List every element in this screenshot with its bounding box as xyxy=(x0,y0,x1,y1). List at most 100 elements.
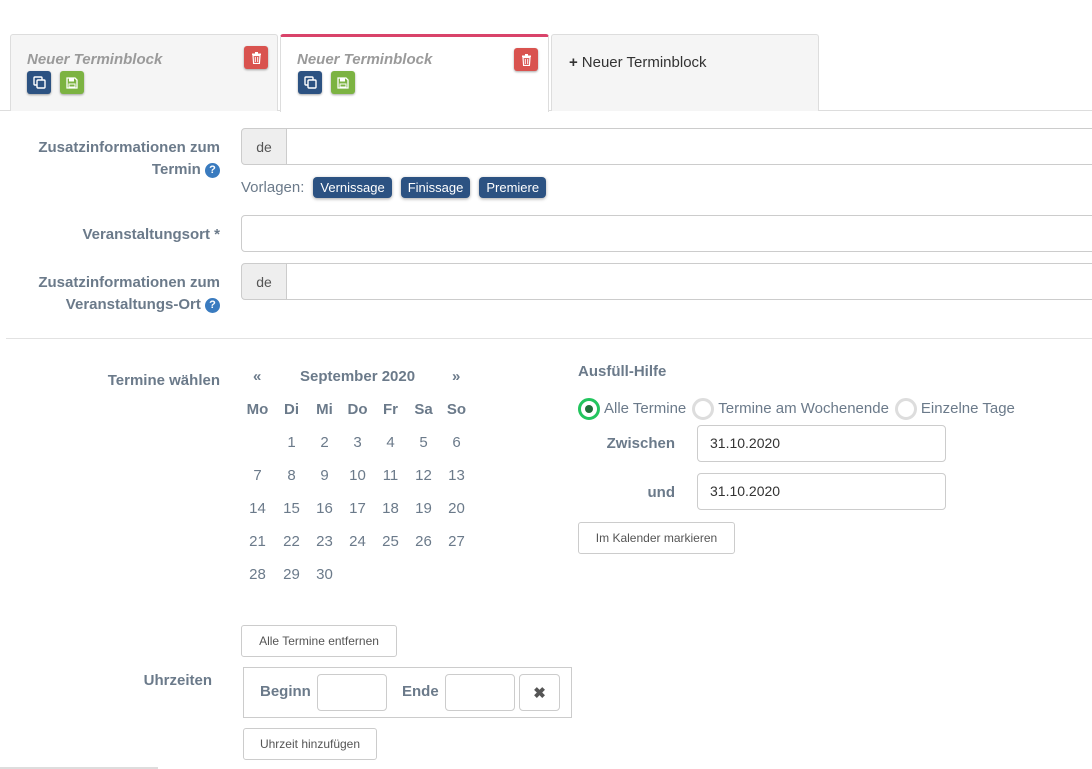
calendar-day[interactable]: 12 xyxy=(407,459,440,492)
save-icon xyxy=(66,76,78,89)
calendar-day[interactable]: 20 xyxy=(440,492,473,525)
tab-terminblock-2[interactable]: Neuer Terminblock xyxy=(280,34,549,112)
save-icon xyxy=(337,76,349,89)
tab-terminblock-1[interactable]: Neuer Terminblock xyxy=(10,34,278,111)
copy-icon xyxy=(303,76,317,89)
calendar-day[interactable]: 1 xyxy=(275,426,308,459)
label-line: Termin xyxy=(151,161,201,178)
new-tab-label: + Neuer Terminblock xyxy=(569,54,707,71)
end-label: Ende xyxy=(402,683,439,700)
and-date-input[interactable]: 31.10.2020 xyxy=(697,473,946,510)
copy-button[interactable] xyxy=(298,71,322,94)
vorlagen-label: Vorlagen: xyxy=(241,179,305,196)
helper-options: Alle Termine Termine am Wochenende Einze… xyxy=(578,396,1021,420)
calendar-day[interactable]: 11 xyxy=(374,459,407,492)
section-divider xyxy=(6,338,1092,339)
tab-title: Neuer Terminblock xyxy=(297,51,433,68)
vorlagen-row: Vorlagen: Vernissage Finissage Premiere xyxy=(241,177,547,198)
calendar-weekday: Di xyxy=(284,401,299,418)
calendar-month-title: September 2020 xyxy=(300,368,416,385)
begin-label: Beginn xyxy=(260,683,311,700)
template-finissage-button[interactable]: Finissage xyxy=(400,177,471,198)
calendar-day[interactable]: 4 xyxy=(374,426,407,459)
save-button[interactable] xyxy=(331,71,355,94)
zusatz-ort-group: de xyxy=(241,263,1092,300)
helper-title: Ausfüll-Hilfe xyxy=(578,363,667,380)
calendar-weekday: Mo xyxy=(246,401,269,418)
label-line: Veranstaltungs-Ort xyxy=(65,296,201,313)
calendar-day[interactable]: 16 xyxy=(308,492,341,525)
template-premiere-button[interactable]: Premiere xyxy=(479,177,547,198)
zusatz-ort-input[interactable] xyxy=(287,263,1092,300)
mark-in-calendar-button[interactable]: Im Kalender markieren xyxy=(578,522,735,554)
calendar-weekday: Mi xyxy=(316,401,333,418)
radio-all-dates[interactable] xyxy=(578,398,600,420)
end-time-input[interactable] xyxy=(445,674,515,711)
between-date-input[interactable]: 31.10.2020 xyxy=(697,425,946,462)
calendar-day[interactable]: 6 xyxy=(440,426,473,459)
calendar-day[interactable]: 27 xyxy=(440,525,473,558)
radio-single-days[interactable] xyxy=(894,398,917,420)
and-label: und xyxy=(647,484,676,501)
plus-icon: + xyxy=(569,54,578,71)
calendar-day[interactable]: 28 xyxy=(241,558,274,591)
calendar-day[interactable]: 29 xyxy=(275,558,308,591)
calendar-weekday: So xyxy=(446,401,467,418)
times-label: Uhrzeiten xyxy=(143,672,212,689)
label-line: Zusatzinformationen zum xyxy=(38,139,220,156)
calendar-day[interactable]: 13 xyxy=(440,459,473,492)
close-icon: ✖ xyxy=(533,684,546,702)
calendar-weekday: Do xyxy=(347,401,368,418)
calendar-day[interactable]: 2 xyxy=(308,426,341,459)
veranstaltungsort-input[interactable] xyxy=(241,215,1092,252)
calendar-day[interactable]: 14 xyxy=(241,492,274,525)
calendar-day[interactable]: 23 xyxy=(308,525,341,558)
calendar-day[interactable]: 8 xyxy=(275,459,308,492)
calendar-weekday: Sa xyxy=(414,401,433,418)
calendar-day[interactable]: 30 xyxy=(308,558,341,591)
help-icon[interactable]: ? xyxy=(205,298,220,313)
language-addon: de xyxy=(241,263,287,300)
calendar-day[interactable]: 7 xyxy=(241,459,274,492)
radio-label: Einzelne Tage xyxy=(920,399,1015,417)
calendar-day[interactable]: 9 xyxy=(308,459,341,492)
trash-icon xyxy=(521,53,531,66)
tab-new-terminblock[interactable]: + Neuer Terminblock xyxy=(551,34,819,111)
termine-label: Termine wählen xyxy=(107,372,220,389)
save-button[interactable] xyxy=(60,71,84,94)
copy-button[interactable] xyxy=(27,71,51,94)
calendar-day[interactable]: 22 xyxy=(275,525,308,558)
add-time-button[interactable]: Uhrzeit hinzufügen xyxy=(243,728,377,760)
calendar-day[interactable]: 10 xyxy=(341,459,374,492)
calendar-prev-button[interactable]: « xyxy=(253,368,261,385)
template-vernissage-button[interactable]: Vernissage xyxy=(313,177,392,198)
copy-icon xyxy=(32,76,46,89)
calendar-day[interactable]: 19 xyxy=(407,492,440,525)
help-icon[interactable]: ? xyxy=(205,163,220,178)
calendar-day[interactable]: 24 xyxy=(341,525,374,558)
zusatz-termin-input[interactable] xyxy=(287,128,1092,165)
between-label: Zwischen xyxy=(606,435,675,452)
calendar-next-button[interactable]: » xyxy=(452,368,460,385)
zusatz-ort-label: Zusatzinformationen zum Veranstaltungs-O… xyxy=(38,272,220,316)
delete-button[interactable] xyxy=(244,46,268,69)
radio-weekends[interactable] xyxy=(692,398,715,420)
calendar-day[interactable]: 5 xyxy=(407,426,440,459)
veranstaltungsort-label: Veranstaltungsort * xyxy=(82,226,220,243)
tab-title: Neuer Terminblock xyxy=(27,51,163,68)
calendar-day[interactable]: 26 xyxy=(407,525,440,558)
remove-time-button[interactable]: ✖ xyxy=(519,674,560,711)
calendar-day[interactable]: 17 xyxy=(341,492,374,525)
calendar-day[interactable]: 25 xyxy=(374,525,407,558)
calendar-day[interactable]: 21 xyxy=(241,525,274,558)
trash-icon xyxy=(251,51,261,64)
radio-label: Alle Termine xyxy=(604,399,687,417)
delete-button[interactable] xyxy=(514,48,538,71)
new-tab-text: Neuer Terminblock xyxy=(581,54,707,71)
label-line: Zusatzinformationen zum xyxy=(38,274,220,291)
calendar-day[interactable]: 18 xyxy=(374,492,407,525)
calendar-day[interactable]: 15 xyxy=(275,492,308,525)
remove-all-dates-button[interactable]: Alle Termine entfernen xyxy=(241,625,397,657)
begin-time-input[interactable] xyxy=(317,674,387,711)
calendar-day[interactable]: 3 xyxy=(341,426,374,459)
